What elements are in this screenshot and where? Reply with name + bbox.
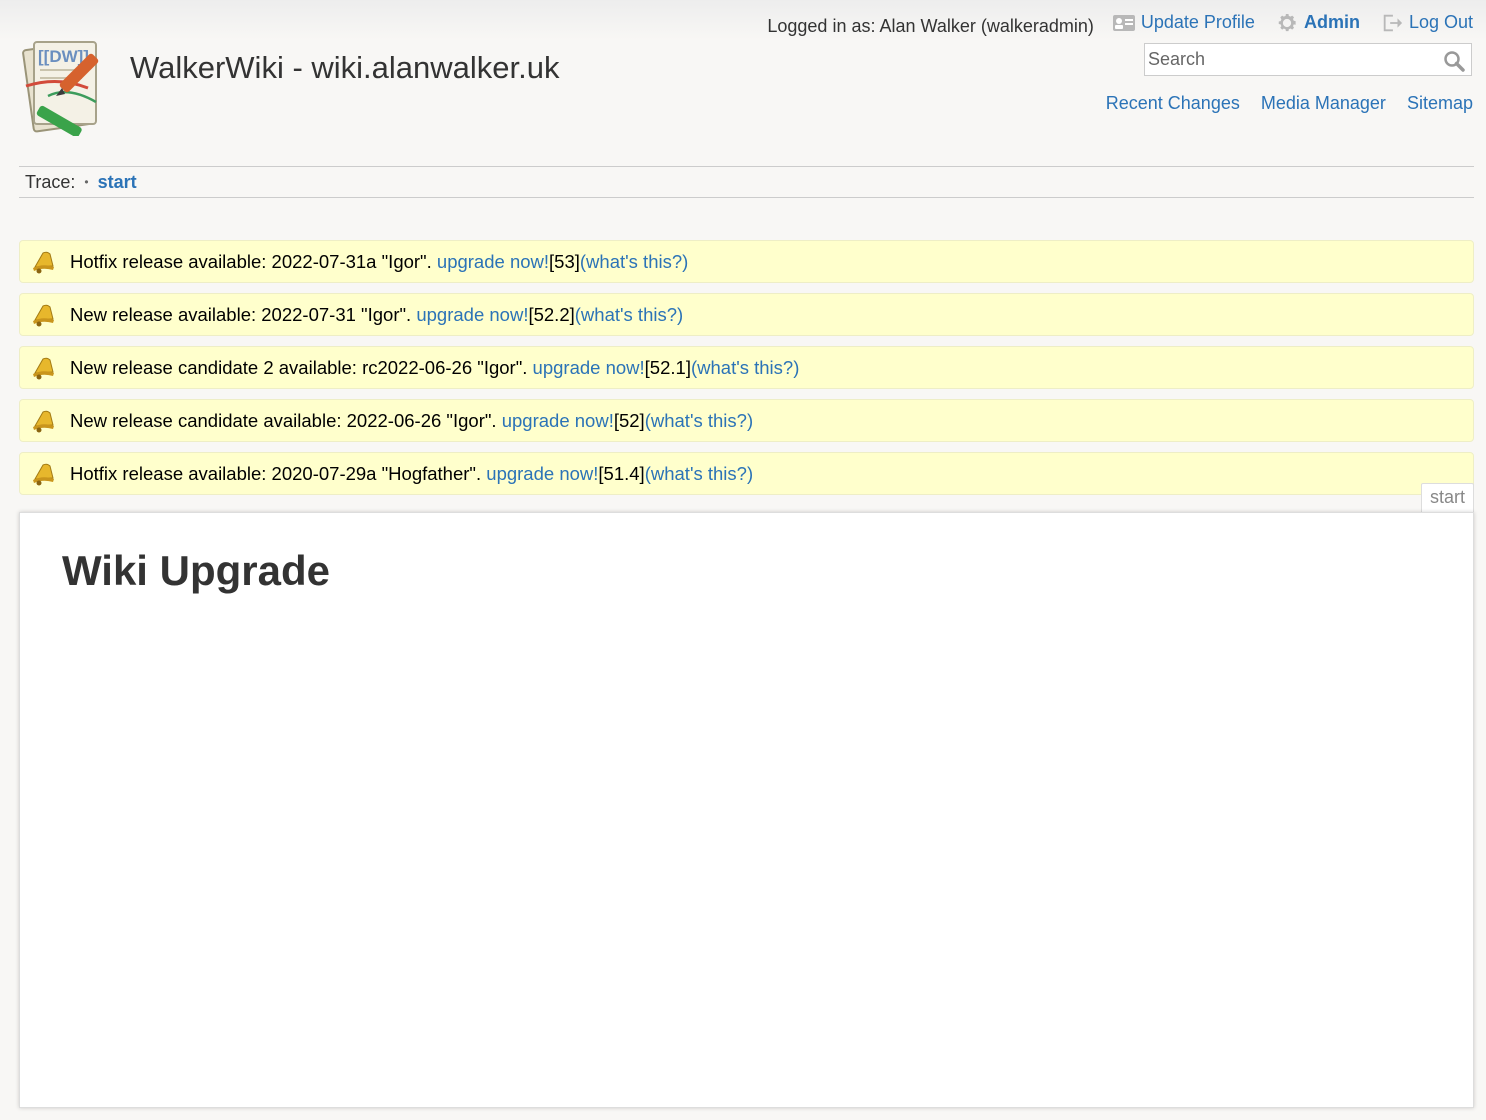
gear-icon <box>1278 13 1296 31</box>
breadcrumb-label: Trace: <box>25 172 76 192</box>
update-profile-label: Update Profile <box>1140 12 1255 32</box>
notice-item: New release available: 2022-07-31 "Igor"… <box>19 293 1474 336</box>
update-profile-link[interactable]: Update Profile <box>1112 12 1255 34</box>
notice-item: New release candidate 2 available: rc202… <box>19 346 1474 389</box>
whats-this-link[interactable]: (what's this?) <box>580 251 688 273</box>
bell-icon <box>33 463 54 485</box>
header: [[DW]] WalkerWiki - wiki.alanwalker.uk L… <box>0 0 1486 160</box>
whats-this-link[interactable]: (what's this?) <box>691 357 799 379</box>
breadcrumb-start-link[interactable]: start <box>98 172 137 192</box>
logout-icon <box>1383 14 1403 31</box>
sitemap-link[interactable]: Sitemap <box>1407 93 1473 113</box>
dokuwiki-logo-icon[interactable]: [[DW]] <box>18 36 118 136</box>
site-tools: Recent Changes Media Manager Sitemap <box>1090 93 1473 114</box>
logged-in-user: Logged in as: Alan Walker (walkeradmin) <box>767 16 1094 36</box>
logout-link[interactable]: Log Out <box>1380 12 1473 34</box>
whats-this-link[interactable]: (what's this?) <box>575 304 683 326</box>
page-content: Wiki Upgrade <box>19 512 1474 1108</box>
bell-icon <box>33 251 54 273</box>
search-form <box>1144 43 1472 76</box>
notice-text: Hotfix release available: 2020-07-29a "H… <box>70 462 482 484</box>
profile-card-icon <box>1112 14 1135 31</box>
bell-icon <box>33 357 54 379</box>
upgrade-now-link[interactable]: upgrade now! <box>533 357 645 379</box>
media-manager-link[interactable]: Media Manager <box>1261 93 1386 113</box>
search-icon[interactable] <box>1443 50 1465 72</box>
logout-label: Log Out <box>1408 12 1473 32</box>
header-divider <box>19 166 1474 167</box>
notice-text: New release available: 2022-07-31 "Igor"… <box>70 303 412 325</box>
upgrade-now-link[interactable]: upgrade now! <box>416 304 528 326</box>
notice-text: Hotfix release available: 2022-07-31a "I… <box>70 250 432 272</box>
notice-text: New release candidate 2 available: rc202… <box>70 356 528 378</box>
notice-id: [52.2] <box>528 303 575 325</box>
recent-changes-link[interactable]: Recent Changes <box>1106 93 1240 113</box>
site-title[interactable]: WalkerWiki - wiki.alanwalker.uk <box>130 50 560 86</box>
admin-link[interactable]: Admin <box>1275 12 1360 34</box>
notice-text: New release candidate available: 2022-06… <box>70 409 497 431</box>
page-heading: Wiki Upgrade <box>62 547 330 594</box>
update-notices: Hotfix release available: 2022-07-31a "I… <box>19 240 1474 505</box>
breadcrumb-divider <box>19 197 1474 198</box>
notice-item: Hotfix release available: 2020-07-29a "H… <box>19 452 1474 495</box>
bell-icon <box>33 410 54 432</box>
bell-icon <box>33 304 54 326</box>
page-id-tab: start <box>1420 483 1474 512</box>
notice-id: [52] <box>613 409 645 431</box>
notice-id: [51.4] <box>598 462 645 484</box>
notice-item: Hotfix release available: 2022-07-31a "I… <box>19 240 1474 283</box>
breadcrumb: Trace: • start <box>25 172 137 193</box>
search-input[interactable] <box>1145 44 1438 75</box>
upgrade-now-link[interactable]: upgrade now! <box>502 410 614 432</box>
admin-label: Admin <box>1303 12 1360 32</box>
breadcrumb-separator: • <box>84 175 89 189</box>
notice-item: New release candidate available: 2022-06… <box>19 399 1474 442</box>
whats-this-link[interactable]: (what's this?) <box>645 410 753 432</box>
upgrade-now-link[interactable]: upgrade now! <box>486 463 598 485</box>
user-tools: Logged in as: Alan Walker (walkeradmin) … <box>767 8 1473 37</box>
whats-this-link[interactable]: (what's this?) <box>645 463 753 485</box>
upgrade-now-link[interactable]: upgrade now! <box>437 251 549 273</box>
notice-id: [52.1] <box>644 356 691 378</box>
page: [[DW]] WalkerWiki - wiki.alanwalker.uk L… <box>0 0 1486 1120</box>
notice-id: [53] <box>549 250 580 272</box>
